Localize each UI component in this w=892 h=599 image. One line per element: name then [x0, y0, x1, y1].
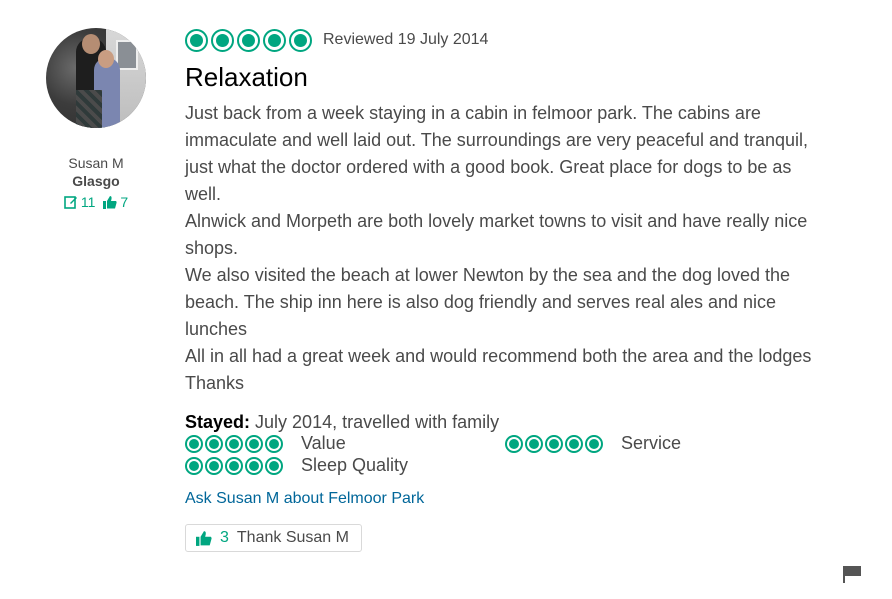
review: Reviewed 19 July 2014 Relaxation Just ba…	[185, 26, 825, 552]
member-stats: 11 7	[40, 194, 152, 210]
subrating-value: Value	[185, 433, 346, 454]
rating-bubble	[237, 28, 260, 52]
thumbs-up-icon	[196, 530, 212, 546]
bubble-rating	[505, 434, 603, 453]
bubble-rating	[185, 456, 283, 475]
review-paragraph: Just back from a week staying in a cabin…	[185, 103, 809, 204]
review-count: 11	[80, 194, 96, 210]
review-paragraph: All in all had a great week and would re…	[185, 346, 812, 366]
review-paragraph: Alnwick and Morpeth are both lovely mark…	[185, 211, 808, 258]
review-paragraph: Thanks	[185, 373, 245, 393]
review-card: Susan M Glasgo 11 7 Reviewed 19 July 201…	[0, 0, 892, 599]
thank-count: 3	[220, 529, 229, 546]
thank-button[interactable]: 3 Thank Susan M	[185, 524, 362, 552]
member-info: Susan M Glasgo 11 7	[40, 28, 152, 210]
review-date: Reviewed 19 July 2014	[323, 31, 489, 48]
thank-label: Thank Susan M	[236, 529, 349, 546]
rating-bubble	[263, 28, 286, 52]
helpful-votes-badge[interactable]: 7	[103, 194, 128, 210]
stay-info: Stayed: July 2014, travelled with family	[185, 411, 825, 433]
member-name[interactable]: Susan M	[40, 155, 152, 171]
subrating-label: Service	[621, 433, 682, 453]
ask-member-link[interactable]: Ask Susan M about Felmoor Park	[185, 490, 825, 508]
thumbs-up-icon	[103, 195, 118, 209]
rating-bubble	[289, 28, 312, 52]
member-location: Glasgo	[72, 173, 120, 189]
stayed-label: Stayed:	[185, 412, 251, 432]
subrating-sleep-quality: Sleep Quality	[185, 455, 408, 476]
review-paragraph: We also visited the beach at lower Newto…	[185, 265, 791, 339]
bubble-rating	[185, 28, 312, 52]
rating-bubble	[185, 28, 208, 52]
helpful-count: 7	[120, 194, 129, 210]
review-count-badge[interactable]: 11	[64, 194, 96, 210]
avatar[interactable]	[46, 28, 146, 128]
rating-row: Reviewed 19 July 2014	[185, 26, 825, 54]
subratings: Value Service Sleep Quality	[185, 433, 825, 477]
subrating-label: Value	[301, 433, 346, 453]
edit-icon	[64, 196, 77, 209]
rating-bubble	[211, 28, 234, 52]
subrating-label: Sleep Quality	[301, 455, 409, 475]
review-title[interactable]: Relaxation	[185, 62, 825, 93]
review-body: Just back from a week staying in a cabin…	[185, 100, 825, 397]
stayed-value: July 2014, travelled with family	[250, 412, 500, 432]
flag-icon[interactable]	[842, 565, 862, 583]
bubble-rating	[185, 434, 283, 453]
subrating-service: Service	[505, 433, 681, 454]
